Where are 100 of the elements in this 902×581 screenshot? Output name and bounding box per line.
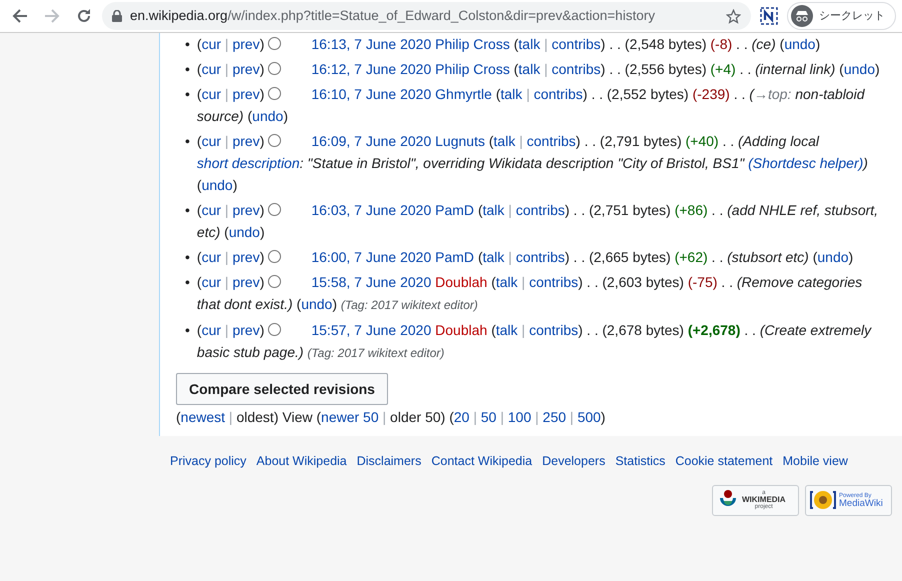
user-link[interactable]: Philip Cross	[435, 36, 510, 52]
talk-link[interactable]: talk	[496, 322, 518, 338]
cur-link[interactable]: cur	[202, 249, 222, 265]
list-bullet: •	[185, 321, 190, 340]
contribs-link[interactable]: contribs	[526, 133, 576, 149]
revision-date-link[interactable]: 15:58, 7 June 2020	[311, 274, 432, 290]
revision-entry: (cur | prev) 16:13, 7 June 2020 Philip Cross (talk | contribs) . . (2,548 bytes) (-8) . . (ce) (undo)	[196, 35, 820, 54]
prev-link[interactable]: prev	[232, 86, 260, 102]
revision-radio[interactable]	[268, 323, 282, 336]
revision-date-link[interactable]: 16:12, 7 June 2020	[311, 61, 432, 77]
cur-link[interactable]: cur	[202, 36, 222, 52]
revision-entry: (cur | prev) 16:10, 7 June 2020 Ghmyrtle (talk | contribs) . . (2,552 bytes) (-239) . . (→top: non-tabloid source) (undo)	[196, 85, 866, 126]
footer-link[interactable]: About Wikipedia	[256, 452, 347, 471]
revision-date-link[interactable]: 16:10, 7 June 2020	[311, 86, 432, 102]
undo-link[interactable]: undo	[844, 61, 875, 77]
revision-radio[interactable]	[268, 134, 282, 147]
compare-button[interactable]: Compare selected revisions	[176, 373, 388, 405]
cur-link[interactable]: cur	[202, 133, 222, 149]
prev-link[interactable]: prev	[232, 202, 260, 218]
cur-link[interactable]: cur	[202, 274, 222, 290]
user-link[interactable]: PamD	[435, 202, 474, 218]
revision-date-link[interactable]: 15:57, 7 June 2020	[311, 322, 432, 338]
nav-link[interactable]: newer 50	[321, 409, 379, 425]
footer-link[interactable]: Contact Wikipedia	[431, 452, 532, 471]
undo-link[interactable]: undo	[202, 177, 233, 193]
pagination-line: (newest | oldest) View (newer 50 | older 50) (20 | 50 | 100 | 250 | 500)	[176, 408, 606, 427]
undo-link[interactable]: undo	[817, 249, 849, 265]
undo-link[interactable]: undo	[228, 224, 260, 240]
revision-date-link[interactable]: 16:00, 7 June 2020	[311, 249, 432, 265]
user-link[interactable]: Lugnuts	[435, 133, 485, 149]
talk-link[interactable]: talk	[482, 249, 504, 265]
user-link[interactable]: Doublah	[435, 274, 488, 290]
footer-link[interactable]: Mobile view	[782, 452, 848, 471]
talk-link[interactable]: talk	[518, 36, 540, 52]
revision-radio[interactable]	[268, 203, 282, 216]
list-bullet: •	[185, 201, 190, 220]
list-bullet: •	[185, 132, 190, 151]
cur-link[interactable]: cur	[202, 202, 222, 218]
contribs-link[interactable]: contribs	[534, 86, 583, 102]
star-icon[interactable]	[726, 8, 741, 24]
revision-radio[interactable]	[268, 37, 282, 50]
prev-link[interactable]: prev	[232, 133, 260, 149]
footer-link[interactable]: Developers	[542, 452, 606, 471]
nav-link[interactable]: 50	[480, 409, 496, 425]
footer-link[interactable]: Disclaimers	[356, 452, 422, 471]
revision-date-link[interactable]: 16:13, 7 June 2020	[311, 36, 432, 52]
undo-link[interactable]: undo	[252, 108, 284, 124]
user-link[interactable]: Ghmyrtle	[435, 86, 492, 102]
cur-link[interactable]: cur	[202, 322, 222, 338]
list-bullet: •	[185, 60, 190, 79]
contribs-link[interactable]: contribs	[529, 322, 578, 338]
revision-radio[interactable]	[268, 250, 282, 263]
revision-date-link[interactable]: 16:03, 7 June 2020	[311, 202, 432, 218]
nav-link[interactable]: 100	[508, 409, 532, 425]
talk-link[interactable]: talk	[496, 274, 518, 290]
talk-link[interactable]: talk	[500, 86, 522, 102]
summary-link[interactable]: (Shortdesc helper)	[748, 155, 864, 171]
nav-link[interactable]: 20	[454, 409, 470, 425]
sunflower-icon	[810, 489, 836, 512]
prev-link[interactable]: prev	[232, 274, 260, 290]
user-link[interactable]: Philip Cross	[435, 61, 510, 77]
list-bullet: •	[185, 248, 190, 267]
revision-entry: (cur | prev) 15:57, 7 June 2020 Doublah (talk | contribs) . . (2,678 bytes) (+2,678) . . (Create extremely basic stub page.) (Tag: 2017 wikitext editor)	[196, 321, 873, 362]
contribs-link[interactable]: contribs	[516, 202, 565, 218]
prev-link[interactable]: prev	[232, 36, 260, 52]
prev-link[interactable]: prev	[232, 61, 260, 77]
revision-entry: (cur | prev) 16:03, 7 June 2020 PamD (talk | contribs) . . (2,751 bytes) (+86) . . (add NHLE ref, stubsort, etc) (undo)	[196, 201, 880, 242]
talk-link[interactable]: talk	[482, 202, 504, 218]
contribs-link[interactable]: contribs	[552, 36, 601, 52]
address-bar[interactable]: en.wikipedia.org/w/index.php?title=Statue_of_Edward_Colston&dir=prev&action=history	[102, 2, 751, 30]
user-link[interactable]: Doublah	[435, 322, 488, 338]
prev-link[interactable]: prev	[232, 249, 260, 265]
nav-link[interactable]: 250	[542, 409, 566, 425]
cur-link[interactable]: cur	[202, 86, 222, 102]
revision-entry: (cur | prev) 16:12, 7 June 2020 Philip Cross (talk | contribs) . . (2,556 bytes) (+4) . . (internal link) (undo)	[196, 60, 880, 79]
summary-link[interactable]: short description	[196, 155, 300, 171]
revision-radio[interactable]	[268, 87, 282, 100]
revision-entry: (cur | prev) 15:58, 7 June 2020 Doublah (talk | contribs) . . (2,603 bytes) (-75) . . (Remove categories that dont exist.) (undo) (Tag: 2017 wikitext editor)	[196, 273, 864, 314]
talk-link[interactable]: talk	[518, 61, 540, 77]
footer-link[interactable]: Statistics	[615, 452, 666, 471]
footer-link[interactable]: Privacy policy	[170, 452, 246, 471]
incognito-icon	[791, 5, 813, 27]
contribs-link[interactable]: contribs	[529, 274, 578, 290]
cur-link[interactable]: cur	[202, 61, 222, 77]
undo-link[interactable]: undo	[784, 36, 816, 52]
prev-link[interactable]: prev	[232, 322, 260, 338]
revision-date-link[interactable]: 16:09, 7 June 2020	[311, 133, 432, 149]
revision-radio[interactable]	[268, 62, 282, 75]
talk-link[interactable]: talk	[494, 133, 516, 149]
nav-link[interactable]: 500	[577, 409, 601, 425]
user-link[interactable]: PamD	[435, 249, 474, 265]
revision-entry: (cur | prev) 16:09, 7 June 2020 Lugnuts (talk | contribs) . . (2,791 bytes) (+40) . . (Adding local short description: "Statue in Bristol", overriding Wikidata description "City of Bristol, BS1" (Shortdesc helper)) (undo)	[196, 132, 869, 195]
contribs-link[interactable]: contribs	[552, 61, 601, 77]
revision-radio[interactable]	[268, 275, 282, 288]
lock-icon	[112, 10, 122, 22]
contribs-link[interactable]: contribs	[516, 249, 565, 265]
undo-link[interactable]: undo	[301, 296, 332, 312]
nav-link[interactable]: newest	[180, 409, 226, 425]
footer-link[interactable]: Cookie statement	[675, 452, 773, 471]
profile-button[interactable]: シークレット	[787, 2, 896, 30]
